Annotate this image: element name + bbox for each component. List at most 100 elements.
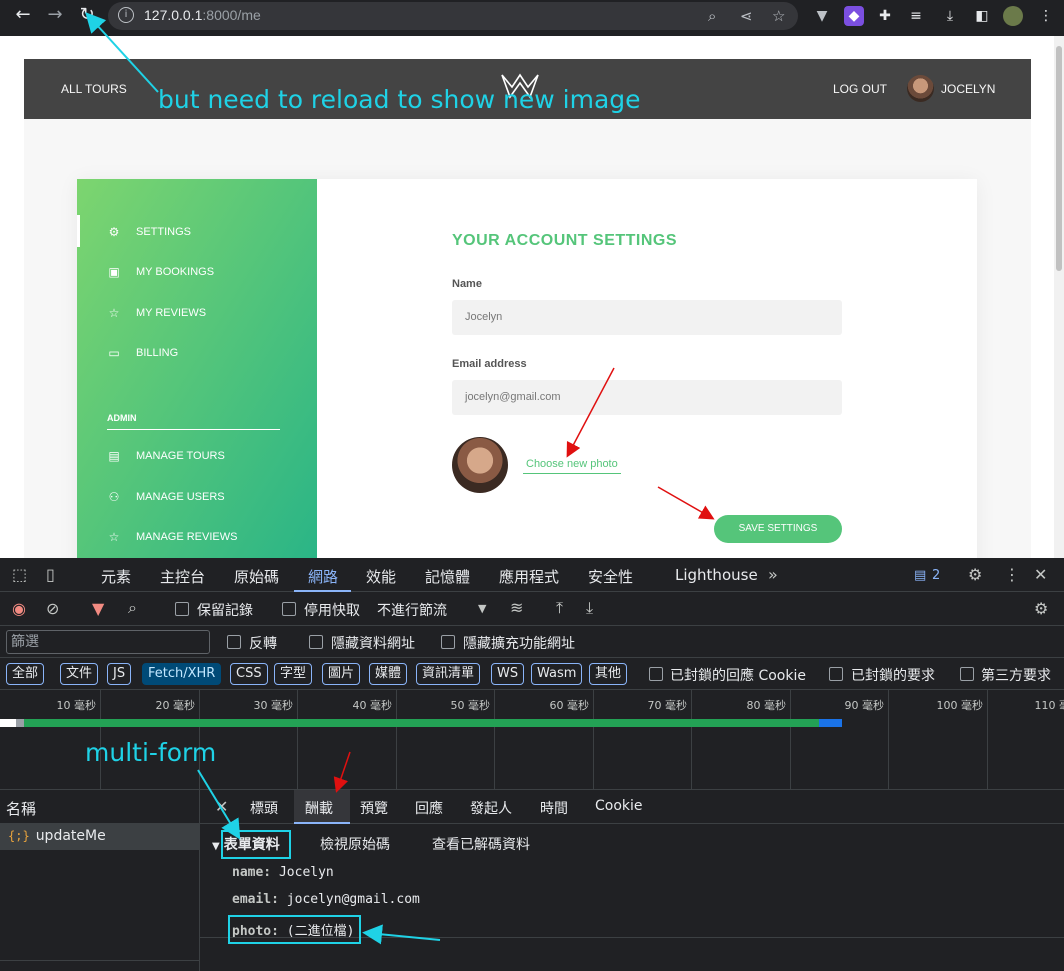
disable-cache-checkbox[interactable]	[282, 602, 296, 616]
sidebar-item-my-bookings[interactable]: ▣ MY BOOKINGS	[107, 262, 214, 282]
view-source-link[interactable]: 檢視原始碼	[320, 834, 390, 854]
sidebar-item-my-reviews[interactable]: ☆ MY REVIEWS	[107, 303, 206, 323]
record-stop-icon[interactable]: ◉	[12, 600, 26, 618]
url-text[interactable]: 127.0.0.1:8000/me	[144, 7, 261, 23]
throttling-select[interactable]: 不進行節流	[377, 600, 447, 620]
tab-console[interactable]: 主控台	[160, 566, 205, 587]
sidebar-item-settings[interactable]: ⚙ SETTINGS	[107, 222, 191, 242]
tab-performance[interactable]: 效能	[366, 566, 396, 587]
nav-user-name[interactable]: JOCELYN	[941, 82, 995, 96]
type-doc[interactable]: 文件	[60, 663, 99, 685]
forward-icon[interactable]: →	[44, 4, 66, 26]
zoom-icon[interactable]: ⌕	[708, 7, 716, 25]
bookmark-star-icon[interactable]: ☆	[772, 7, 785, 25]
tab-cookies[interactable]: Cookie	[595, 798, 643, 814]
network-overview-timeline[interactable]: 10 毫秒 20 毫秒 30 毫秒 40 毫秒 50 毫秒 60 毫秒 70 毫秒 80 毫秒…	[0, 690, 1064, 790]
tab-security[interactable]: 安全性	[588, 566, 633, 587]
tab-payload[interactable]: 酬載	[305, 798, 333, 818]
tab-timing[interactable]: 時間	[540, 798, 568, 818]
issues-icon[interactable]: ▤	[914, 567, 926, 585]
tab-sources[interactable]: 原始碼	[234, 566, 279, 587]
tab-application[interactable]: 應用程式	[499, 566, 559, 587]
type-media[interactable]: 媒體	[369, 663, 408, 685]
request-row[interactable]: {;} updateMe	[0, 824, 200, 850]
user-avatar[interactable]	[907, 75, 934, 102]
type-wasm[interactable]: Wasm	[531, 663, 583, 685]
chevron-down-icon[interactable]: ▼	[478, 600, 486, 618]
site-info-icon[interactable]: i	[118, 7, 134, 23]
page-title: YOUR ACCOUNT SETTINGS	[452, 232, 678, 249]
close-devtools-icon[interactable]: ✕	[1034, 566, 1047, 584]
form-data-section-toggle[interactable]: ▼ 表單資料	[212, 834, 280, 854]
type-all[interactable]: 全部	[6, 663, 45, 685]
tab-preview[interactable]: 預覽	[360, 798, 388, 818]
address-bar[interactable]: i 127.0.0.1:8000/me ⌕ ⋖ ☆	[108, 2, 798, 30]
profile-avatar[interactable]	[1003, 6, 1023, 26]
blocked-response-cookies-checkbox[interactable]	[649, 667, 663, 681]
nav-all-tours[interactable]: ALL TOURS	[61, 82, 127, 96]
side-panel-icon[interactable]: ◧	[972, 6, 992, 26]
hide-extension-urls-checkbox[interactable]	[441, 635, 455, 649]
page-scrollbar[interactable]	[1054, 36, 1064, 558]
search-icon[interactable]: ⌕	[128, 599, 137, 617]
tab-memory[interactable]: 記憶體	[425, 566, 470, 587]
sidebar-item-label: MY BOOKINGS	[136, 266, 215, 278]
vue-devtools-icon[interactable]: ▼	[812, 6, 832, 26]
invert-checkbox[interactable]	[227, 635, 241, 649]
blocked-requests-checkbox[interactable]	[829, 667, 843, 681]
sidebar-item-billing[interactable]: ▭ BILLING	[107, 343, 178, 363]
sidebar-item-manage-tours[interactable]: ▤ MANAGE TOURS	[107, 446, 225, 466]
clear-icon[interactable]: ⊘	[46, 600, 59, 618]
settings-gear-icon[interactable]: ⚙	[968, 566, 982, 584]
extensions-puzzle-icon[interactable]: ✚	[875, 6, 895, 26]
scrollbar-thumb[interactable]	[1056, 46, 1062, 271]
type-img[interactable]: 圖片	[322, 663, 361, 685]
view-decoded-link[interactable]: 查看已解碼資料	[432, 834, 530, 854]
third-party-checkbox[interactable]	[960, 667, 974, 681]
close-detail-icon[interactable]: ✕	[215, 798, 228, 816]
tab-initiator[interactable]: 發起人	[470, 798, 512, 818]
issues-count[interactable]: 2	[932, 568, 940, 583]
devtools-menu-icon[interactable]: ⋮	[1004, 566, 1020, 584]
natours-logo[interactable]	[500, 71, 540, 101]
save-settings-button[interactable]: SAVE SETTINGS	[714, 515, 842, 543]
nav-logout[interactable]: LOG OUT	[833, 82, 887, 96]
back-icon[interactable]: ←	[12, 4, 34, 26]
media-queue-icon[interactable]: ≡	[906, 6, 926, 26]
download-icon[interactable]: ⤓	[940, 6, 960, 26]
tab-lighthouse[interactable]: Lighthouse	[675, 566, 758, 584]
type-js[interactable]: JS	[107, 663, 132, 685]
type-fetch-xhr[interactable]: Fetch/XHR	[142, 663, 222, 685]
type-font[interactable]: 字型	[274, 663, 313, 685]
type-css[interactable]: CSS	[230, 663, 268, 685]
tab-response[interactable]: 回應	[415, 798, 443, 818]
share-icon[interactable]: ⋖	[740, 7, 753, 25]
sidebar-item-manage-users[interactable]: ⚇ MANAGE USERS	[107, 487, 225, 507]
export-har-icon[interactable]: ⤓	[586, 599, 593, 617]
network-settings-icon[interactable]: ⚙	[1034, 600, 1048, 618]
reload-icon[interactable]: ↻	[76, 4, 98, 26]
type-manifest[interactable]: 資訊清單	[416, 663, 481, 685]
import-har-icon[interactable]: ⤒	[556, 599, 563, 617]
tab-network[interactable]: 網路	[308, 566, 338, 587]
network-conditions-icon[interactable]: ≋	[510, 599, 523, 617]
extension-cat-icon[interactable]: ◆	[844, 6, 864, 26]
tab-elements[interactable]: 元素	[101, 566, 131, 587]
more-tabs-icon[interactable]: »	[768, 566, 778, 584]
device-toolbar-icon[interactable]: ▯	[46, 566, 55, 584]
preserve-log-checkbox[interactable]	[175, 602, 189, 616]
type-other[interactable]: 其他	[589, 663, 628, 685]
choose-photo-button[interactable]: Choose new photo	[523, 458, 621, 474]
email-field[interactable]: jocelyn@gmail.com	[452, 380, 842, 415]
browser-menu-icon[interactable]: ⋮	[1036, 6, 1056, 26]
filter-funnel-icon[interactable]: ▼	[92, 600, 104, 618]
inspect-element-icon[interactable]: ⬚	[12, 566, 27, 584]
timeline-tick-label: 30 毫秒	[253, 699, 294, 712]
hide-data-urls-checkbox[interactable]	[309, 635, 323, 649]
filter-input[interactable]: 篩選	[6, 630, 210, 654]
tab-headers[interactable]: 標頭	[250, 798, 278, 818]
name-field[interactable]: Jocelyn	[452, 300, 842, 335]
type-ws[interactable]: WS	[491, 663, 525, 685]
request-list-header[interactable]: 名稱	[0, 790, 200, 824]
sidebar-item-manage-reviews[interactable]: ☆ MANAGE REVIEWS	[107, 527, 238, 547]
